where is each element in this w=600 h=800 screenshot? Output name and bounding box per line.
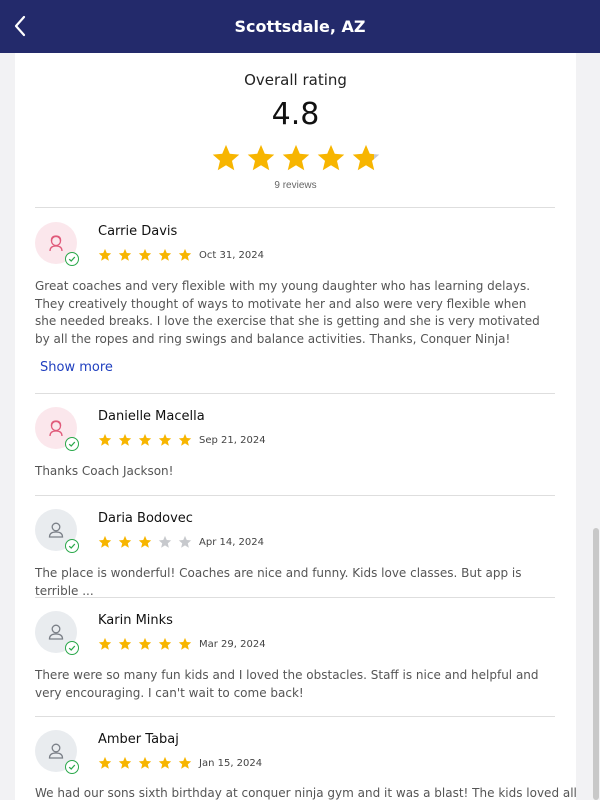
review-text: The place is wonderful! Coaches are nice…: [35, 566, 522, 598]
reviewer-avatar: [35, 509, 79, 553]
review-date: Oct 31, 2024: [199, 249, 264, 261]
reviewer-name: Amber Tabaj: [98, 732, 179, 747]
reviewer-name: Danielle Macella: [98, 409, 205, 424]
divider: [35, 495, 555, 496]
review-date: Mar 29, 2024: [199, 638, 266, 650]
divider: [35, 597, 555, 598]
top-bar: Scottsdale, AZ: [0, 0, 600, 53]
star-icon: [178, 756, 192, 769]
review-text: Great coaches and very flexible with my …: [35, 279, 540, 346]
star-icon: [178, 637, 192, 650]
reviewer-name: Carrie Davis: [98, 224, 178, 239]
divider: [35, 716, 555, 717]
verified-check-icon: [65, 437, 79, 451]
page-title: Scottsdale, AZ: [234, 17, 366, 36]
star-icon: [98, 637, 112, 650]
star-icon: [212, 144, 240, 171]
star-icon: [118, 756, 132, 769]
person-avatar-icon: [48, 522, 64, 538]
verified-check-icon: [65, 252, 79, 266]
star-icon: [158, 433, 172, 446]
star-icon: [247, 144, 275, 171]
verified-check-icon: [65, 641, 79, 655]
reviewer-avatar: [35, 222, 79, 266]
reviewer-avatar: [35, 407, 79, 451]
star-icon: [118, 637, 132, 650]
overall-rating-stars: [211, 143, 381, 173]
star-icon: [138, 433, 152, 446]
review-rating: Jan 15, 2024: [98, 756, 262, 770]
star-icon: [317, 144, 345, 171]
star-icon: [178, 433, 192, 446]
review-text: We had our sons sixth birthday at conque…: [35, 786, 576, 800]
review-rating: Sep 21, 2024: [98, 433, 266, 447]
overall-rating-score: 4.8: [271, 97, 320, 132]
reviewer-avatar: [35, 611, 79, 655]
star-icon: [138, 756, 152, 769]
star-icon: [138, 637, 152, 650]
star-icon: [352, 144, 380, 171]
divider: [35, 207, 555, 208]
star-icon: [118, 535, 132, 548]
star-icon: [282, 144, 310, 171]
star-icon: [98, 248, 112, 261]
show-more-link[interactable]: Show more: [40, 360, 113, 375]
reviewer-avatar: [35, 730, 79, 774]
person-avatar-icon: [48, 624, 64, 640]
star-icon: [178, 248, 192, 261]
chevron-left-icon: [14, 15, 26, 37]
star-icon: [178, 535, 192, 548]
star-icon: [98, 433, 112, 446]
review-text: There were so many fun kids and I loved …: [35, 668, 539, 700]
review-date: Jan 15, 2024: [199, 757, 263, 769]
review-date: Apr 14, 2024: [199, 536, 265, 548]
scrollbar[interactable]: [593, 528, 599, 800]
review-rating: Oct 31, 2024: [98, 248, 264, 262]
back-button[interactable]: [6, 10, 34, 42]
star-icon: [138, 248, 152, 261]
reviewer-name: Daria Bodovec: [98, 511, 193, 526]
review-rating: Mar 29, 2024: [98, 637, 266, 651]
star-icon: [158, 248, 172, 261]
divider: [35, 393, 555, 394]
star-icon: [98, 756, 112, 769]
star-icon: [98, 535, 112, 548]
person-avatar-icon: [48, 743, 64, 759]
verified-check-icon: [65, 539, 79, 553]
verified-check-icon: [65, 760, 79, 774]
star-icon: [138, 535, 152, 548]
reviews-card: Overall rating 4.8 9 reviews Carrie Davi…: [15, 53, 576, 800]
review-count: 9 reviews: [274, 180, 317, 191]
star-icon: [158, 535, 172, 548]
overall-rating-label: Overall rating: [244, 71, 347, 89]
star-icon: [118, 433, 132, 446]
star-icon: [158, 756, 172, 769]
female-avatar-icon: [49, 420, 63, 437]
review-text: Thanks Coach Jackson!: [35, 464, 174, 478]
star-icon: [158, 637, 172, 650]
reviewer-name: Karin Minks: [98, 613, 173, 628]
female-avatar-icon: [49, 235, 63, 252]
star-icon: [118, 248, 132, 261]
review-date: Sep 21, 2024: [199, 434, 266, 446]
review-rating: Apr 14, 2024: [98, 535, 264, 549]
